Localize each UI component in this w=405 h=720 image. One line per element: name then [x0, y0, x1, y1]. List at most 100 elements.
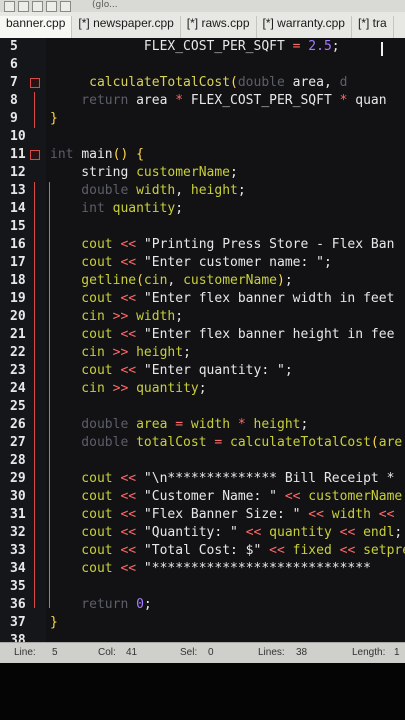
code-token: cout — [50, 543, 121, 558]
line-number: 31 — [10, 507, 26, 522]
code-token: << — [120, 471, 137, 486]
code-token: cin — [50, 381, 113, 396]
line-number: 24 — [10, 381, 26, 396]
code-token: << — [120, 255, 137, 270]
code-token: width — [128, 309, 176, 324]
code-line: 38 — [0, 632, 405, 642]
code-token: "**************************** — [136, 561, 371, 576]
line-number: 6 — [10, 57, 18, 72]
code-line: 28 — [0, 452, 405, 470]
code-token: endl — [355, 525, 395, 540]
code-line: 36 return 0; — [0, 596, 405, 614]
line-number: 28 — [10, 453, 26, 468]
code-token: quantity — [261, 525, 340, 540]
code-text: cout << "Flex Banner Size: " << width << — [50, 506, 394, 524]
line-number: 8 — [10, 93, 18, 108]
close-file-icon[interactable] — [60, 1, 71, 12]
code-text: cout << "Total Cost: $" << fixed << setp… — [50, 542, 405, 560]
code-line: 17 cout << "Enter customer name: "; — [0, 254, 405, 272]
code-token: double — [237, 75, 293, 90]
code-token: ( — [370, 435, 379, 450]
code-token: << — [120, 543, 137, 558]
code-token: ; — [183, 345, 191, 360]
code-token: "Enter quantity: " — [136, 363, 285, 378]
code-editor[interactable]: 5 FLEX_COST_PER_SQFT = 2.5; 6 7 calculateT… — [0, 38, 405, 642]
code-token: << — [120, 363, 137, 378]
code-token: ; — [230, 165, 238, 180]
code-token: "Enter flex banner height in fee — [136, 327, 395, 342]
fold-toggle-icon[interactable] — [30, 150, 40, 160]
new-file-icon[interactable] — [4, 1, 15, 12]
code-line: 29 cout << "\n************** Bill Receip… — [0, 470, 405, 488]
code-text: cout << "Enter flex banner height in fee — [50, 326, 394, 344]
code-token: << — [378, 507, 395, 522]
code-token: int — [50, 201, 113, 216]
code-token: >> — [112, 309, 129, 324]
status-sel-label: Sel: — [180, 647, 198, 658]
code-token: ) — [276, 273, 285, 288]
code-token: setpre — [355, 543, 405, 558]
code-token: "\n************** Bill Receipt * — [136, 471, 395, 486]
line-number: 17 — [10, 255, 26, 270]
status-lines-label: Lines: — [258, 647, 285, 658]
code-token: ; — [237, 183, 246, 198]
code-token: return — [50, 93, 137, 108]
line-number: 12 — [10, 165, 26, 180]
code-token: ; — [284, 363, 293, 378]
code-text: return 0; — [50, 596, 151, 614]
status-length-label: Length: — [352, 647, 386, 658]
tab-file[interactable]: banner.cpp — [0, 16, 73, 38]
code-line: 15 — [0, 218, 405, 236]
code-token: << — [339, 543, 356, 558]
code-text: getline(cin, customerName); — [50, 272, 292, 290]
status-sel-value: 0 — [208, 647, 214, 658]
code-token: ( — [230, 75, 238, 90]
line-number: 25 — [10, 399, 26, 414]
code-text: cin >> height; — [50, 344, 191, 362]
code-token: cout — [50, 255, 121, 270]
code-token: width — [323, 507, 379, 522]
code-line: 27 double totalCost = calculateTotalCost… — [0, 434, 405, 452]
code-line: 21 cout << "Enter flex banner height in … — [0, 326, 405, 344]
code-token: FLEX_COST_PER_SQFT — [50, 39, 293, 54]
code-token: << — [120, 237, 137, 252]
code-text: } — [50, 614, 58, 632]
code-token: customerName — [136, 165, 231, 180]
tab-file[interactable]: [*] warranty.cpp — [257, 16, 352, 38]
line-number: 7 — [10, 75, 18, 90]
status-col-value: 41 — [126, 647, 138, 658]
code-text: cout << "Printing Press Store - Flex Ban — [50, 236, 394, 254]
code-token: area — [136, 93, 176, 108]
code-token: getline — [50, 273, 137, 288]
code-token: cout — [50, 525, 121, 540]
code-text: int main() { — [50, 146, 144, 164]
status-col-label: Col: — [98, 647, 116, 658]
status-length-value: 1 — [394, 647, 400, 658]
code-text: cout << "Enter quantity: "; — [50, 362, 293, 380]
tab-file[interactable]: [*] tra — [352, 16, 394, 38]
code-text: string customerName; — [50, 164, 238, 182]
code-token: height — [190, 183, 238, 198]
save-icon[interactable] — [32, 1, 43, 12]
code-token: quantity — [112, 201, 176, 216]
code-token: 2.5 — [300, 39, 332, 54]
save-all-icon[interactable] — [46, 1, 57, 12]
code-text: cout << "**************************** — [50, 560, 371, 578]
code-token: 0 — [136, 597, 144, 612]
tab-file[interactable]: [*] raws.cpp — [181, 16, 257, 38]
line-number: 11 — [10, 147, 26, 162]
code-line: 8 return area * FLEX_COST_PER_SQFT * qua… — [0, 92, 405, 110]
fold-toggle-icon[interactable] — [30, 78, 40, 88]
code-token: "Customer Name: " — [136, 489, 285, 504]
code-line: 5 FLEX_COST_PER_SQFT = 2.5; — [0, 38, 405, 56]
open-file-icon[interactable] — [18, 1, 29, 12]
code-token: cout — [50, 507, 121, 522]
code-line: 23 cout << "Enter quantity: "; — [0, 362, 405, 380]
toolbar-hint: (glo... — [92, 0, 118, 10]
code-line: 25 — [0, 398, 405, 416]
code-line: 32 cout << "Quantity: " << quantity << e… — [0, 524, 405, 542]
code-token: } — [50, 111, 58, 126]
tab-file[interactable]: [*] newspaper.cpp — [72, 16, 181, 38]
code-line: 26 double area = width * height; — [0, 416, 405, 434]
code-token: cout — [50, 561, 121, 576]
